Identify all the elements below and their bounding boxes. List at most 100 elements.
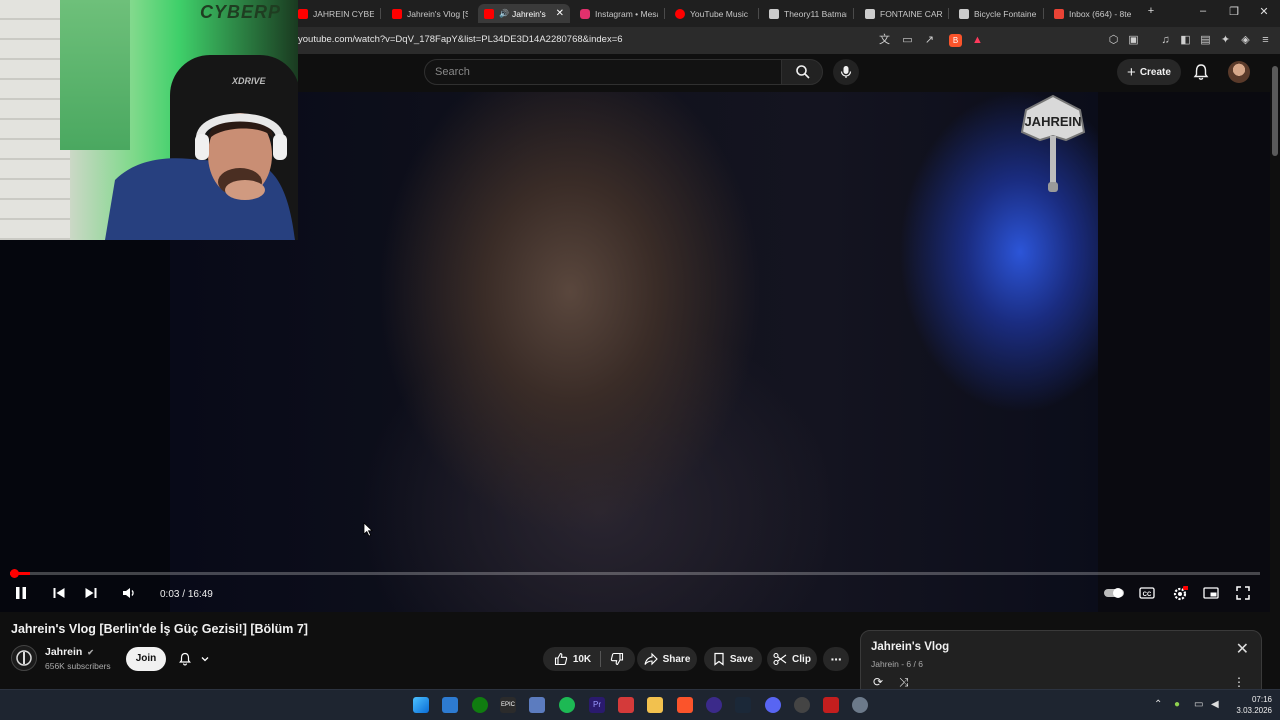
volume-button[interactable]: [121, 586, 137, 602]
loop-icon[interactable]: ⟳: [873, 675, 883, 689]
create-label: Create: [1139, 66, 1171, 78]
create-button[interactable]: + Create: [1117, 59, 1181, 85]
close-tab-icon[interactable]: ✕: [556, 8, 564, 19]
vpn-icon[interactable]: ◈: [1239, 34, 1252, 47]
brave-shields-icon[interactable]: B: [949, 34, 962, 47]
steam-icon[interactable]: [735, 697, 751, 713]
app-icon[interactable]: [618, 697, 634, 713]
desktop-icon[interactable]: [442, 697, 458, 713]
settings-button[interactable]: [1171, 586, 1189, 602]
tab-jahrein-vlog[interactable]: Jahrein's Vlog [S: [392, 4, 468, 23]
tab-gmail-inbox[interactable]: Inbox (664) - 8te: [1054, 4, 1132, 23]
premiere-pro-icon[interactable]: Pr: [589, 697, 605, 713]
miniplayer-button[interactable]: [1203, 586, 1219, 602]
screenshot-icon[interactable]: ▣: [1127, 34, 1140, 47]
app-icon[interactable]: [706, 697, 722, 713]
like-button[interactable]: 10K: [554, 652, 591, 666]
leo-ai-icon[interactable]: ✦: [1219, 34, 1232, 47]
captions-button[interactable]: CC: [1139, 586, 1155, 602]
channel-name[interactable]: Jahrein ✔: [45, 646, 94, 658]
previous-button[interactable]: [51, 586, 67, 602]
settings-gear-icon[interactable]: [852, 697, 868, 713]
close-playlist-icon[interactable]: ✕: [1236, 639, 1249, 659]
tab-jahrein-active[interactable]: 🔊 Jahrein's ✕: [478, 4, 570, 23]
volume-tray-icon[interactable]: ◀: [1211, 699, 1219, 710]
user-avatar[interactable]: [1228, 61, 1250, 83]
join-button[interactable]: Join: [126, 647, 166, 671]
sidebar-icon[interactable]: ◧: [1179, 34, 1192, 47]
wallet-icon[interactable]: ▤: [1199, 34, 1212, 47]
voice-search-button[interactable]: [833, 59, 859, 85]
pause-button[interactable]: [13, 586, 29, 602]
extensions-icon[interactable]: ⬡: [1107, 34, 1120, 47]
dislike-button[interactable]: [610, 652, 624, 666]
shuffle-icon[interactable]: ⤨: [899, 675, 909, 690]
progress-scrubber[interactable]: [10, 569, 19, 578]
brave-browser-icon[interactable]: [677, 697, 693, 713]
calculator-icon[interactable]: [529, 697, 545, 713]
youtube-icon: [392, 8, 402, 19]
subscription-notifications-button[interactable]: [172, 647, 218, 671]
tab-fontaine-cards[interactable]: FONTAINE CARD: [865, 4, 943, 23]
new-tab-icon[interactable]: +: [1144, 5, 1158, 17]
share-button[interactable]: Share: [637, 647, 697, 671]
tab-jahrein-cyberpunk[interactable]: JAHREIN CYBERP: [298, 4, 374, 23]
gear-icon: [1173, 586, 1189, 601]
verified-icon: ✔: [87, 648, 94, 657]
xbox-icon[interactable]: [472, 697, 488, 713]
tab-label: Theory11 Batman: [784, 8, 847, 19]
discord-icon[interactable]: [765, 697, 781, 713]
maximize-icon[interactable]: ❐: [1227, 5, 1241, 18]
translate-icon[interactable]: 文: [878, 34, 891, 47]
app-icon[interactable]: [823, 697, 839, 713]
page-scrollbar[interactable]: [1270, 54, 1280, 689]
search-button[interactable]: [781, 59, 823, 85]
menu-icon[interactable]: ≡: [1259, 34, 1272, 47]
more-actions-button[interactable]: ···: [823, 647, 849, 671]
search-input[interactable]: Search: [424, 59, 782, 85]
tray-chevron-icon[interactable]: ⌃: [1154, 699, 1162, 710]
minimize-icon[interactable]: –: [1196, 5, 1210, 17]
mouse-cursor-icon: [363, 522, 373, 537]
duration: 16:49: [187, 589, 213, 600]
app-icon[interactable]: [794, 697, 810, 713]
playlist-more-icon[interactable]: ⋮: [1233, 675, 1245, 689]
cart-icon: [865, 8, 875, 19]
spotify-icon[interactable]: [559, 697, 575, 713]
brave-rewards-icon[interactable]: ▲: [971, 34, 984, 47]
next-button[interactable]: [83, 586, 99, 602]
share-page-icon[interactable]: ↗: [923, 34, 936, 47]
cast-icon[interactable]: ▭: [901, 34, 914, 47]
microphone-tray-icon[interactable]: ●: [1174, 699, 1180, 710]
media-icon[interactable]: ♫: [1159, 34, 1172, 47]
clip-button[interactable]: Clip: [767, 647, 817, 671]
url-field[interactable]: youtube.com/watch?v=DqV_178FapY&list=PL3…: [298, 34, 623, 45]
tab-bicycle-fontaine[interactable]: Bicycle Fontaine: [959, 4, 1037, 23]
epic-games-icon[interactable]: EPIC: [500, 697, 516, 713]
progress-bar[interactable]: [10, 569, 1260, 578]
system-clock[interactable]: 07:16 3.03.2026: [1228, 694, 1272, 716]
tab-theory11[interactable]: Theory11 Batman: [769, 4, 847, 23]
playlist-panel: Jahrein's Vlog Jahrein - 6 / 6 ✕ ⟳ ⤨ ⋮: [860, 630, 1262, 692]
time-display: 0:03 / 16:49: [160, 589, 213, 600]
clip-label: Clip: [792, 653, 811, 665]
notifications-bell-icon[interactable]: [1192, 63, 1210, 81]
close-window-icon[interactable]: ✕: [1257, 5, 1271, 18]
tab-instagram[interactable]: Instagram • Mesa: [580, 4, 658, 23]
fullscreen-button[interactable]: [1235, 586, 1251, 602]
channel-avatar[interactable]: [11, 645, 37, 671]
autoplay-toggle[interactable]: [1103, 586, 1125, 602]
tab-youtube-music[interactable]: YouTube Music: [675, 4, 753, 23]
more-horizontal-icon: ···: [830, 651, 843, 667]
subscriber-count: 656K subscribers: [45, 661, 111, 671]
playlist-title[interactable]: Jahrein's Vlog: [871, 641, 949, 653]
speaker-icon: 🔊: [499, 9, 509, 18]
network-icon[interactable]: ▭: [1194, 699, 1203, 710]
scrollbar-thumb[interactable]: [1272, 66, 1278, 156]
scissors-icon: [773, 652, 787, 666]
thumbs-up-icon: [554, 652, 568, 666]
save-button[interactable]: Save: [704, 647, 762, 671]
skip-previous-icon: [53, 588, 65, 598]
start-menu-icon[interactable]: [413, 697, 429, 713]
file-explorer-icon[interactable]: [647, 697, 663, 713]
